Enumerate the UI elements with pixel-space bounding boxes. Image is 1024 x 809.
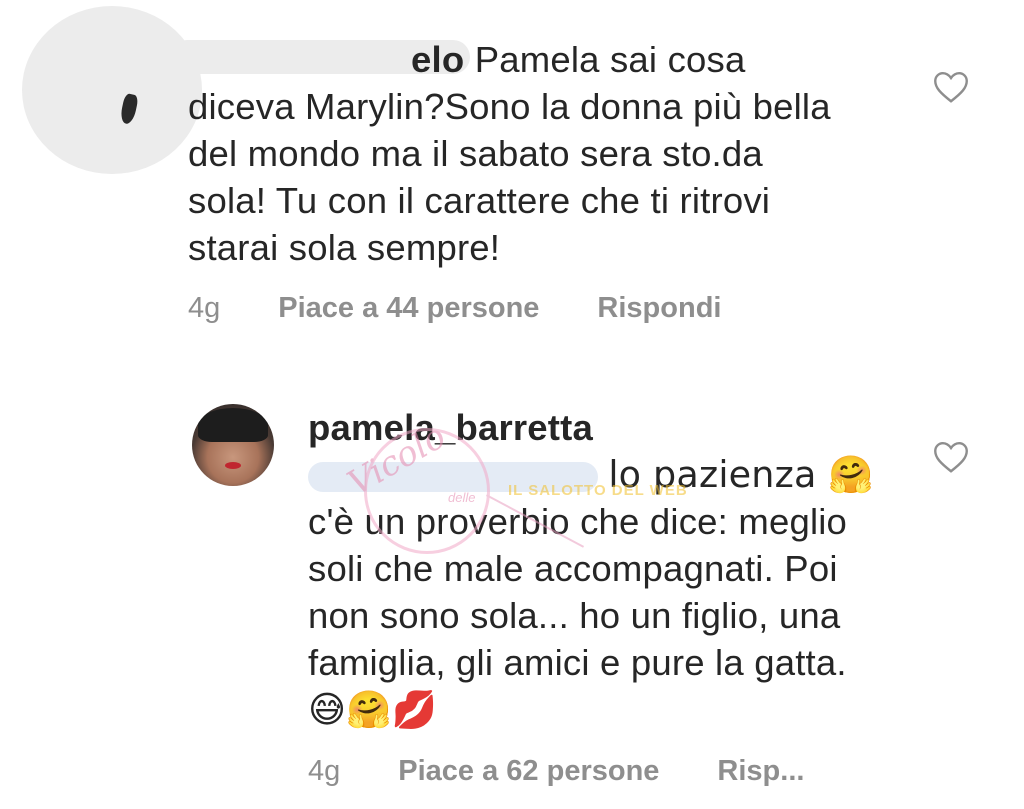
comment-2-reply-button[interactable]: Risp...	[717, 755, 804, 788]
comment-2-line-5: famiglia, gli amici e pure la gatta.	[308, 642, 847, 683]
comment-1-line-2: diceva Marylin?Sono la donna più bella	[188, 86, 831, 127]
comment-1-line-3: del mondo ma il sabato sera sto.da	[188, 133, 763, 174]
comment-2-time: 4g	[308, 755, 341, 787]
comment-1-username[interactable]: elo	[411, 39, 464, 80]
comment-1-time: 4g	[188, 292, 221, 324]
comment-1-line-4: sola! Tu con il carattere che ti ritrovi	[188, 180, 771, 221]
comment-2-text: pamela_barretta lo pazienza 🤗 c'è un pro…	[308, 404, 928, 733]
like-heart-icon[interactable]	[933, 70, 969, 104]
avatar-detail	[119, 92, 139, 126]
comment-2-line-3: soli che male accompagnati. Poi	[308, 548, 838, 589]
avatar-redacted[interactable]	[22, 6, 202, 174]
comment-1-line-5: starai sola sempre!	[188, 227, 501, 268]
comment-1-meta: 4g Piace a 44 persone Rispondi	[188, 292, 721, 325]
comment-2-line-1: lo pazienza 🤗	[608, 453, 875, 496]
comment-2-line-4: non sono sola... ho un figlio, una	[308, 595, 841, 636]
comment-2-likes[interactable]: Piace a 62 persone	[398, 755, 659, 788]
comment-2-meta: 4g Piace a 62 persone Risp...	[308, 755, 804, 788]
avatar-lips	[225, 462, 241, 469]
comment-1-reply-button[interactable]: Rispondi	[597, 292, 721, 325]
mention-redaction	[308, 462, 598, 493]
comment-2-username[interactable]: pamela_barretta	[308, 404, 928, 451]
avatar-pamela-barretta[interactable]	[192, 404, 274, 486]
comment-1-likes[interactable]: Piace a 44 persone	[278, 292, 539, 325]
avatar-hat	[198, 408, 268, 442]
comment-2-emojis: 😅🤗💋	[308, 688, 438, 731]
comment-1-text: elo Pamela sai cosa diceva Marylin?Sono …	[188, 36, 908, 271]
comment-1-line-1: Pamela sai cosa	[474, 39, 746, 80]
comment-2-line-2: c'è un proverbio che dice: meglio	[308, 501, 848, 542]
like-heart-icon[interactable]	[933, 440, 969, 474]
